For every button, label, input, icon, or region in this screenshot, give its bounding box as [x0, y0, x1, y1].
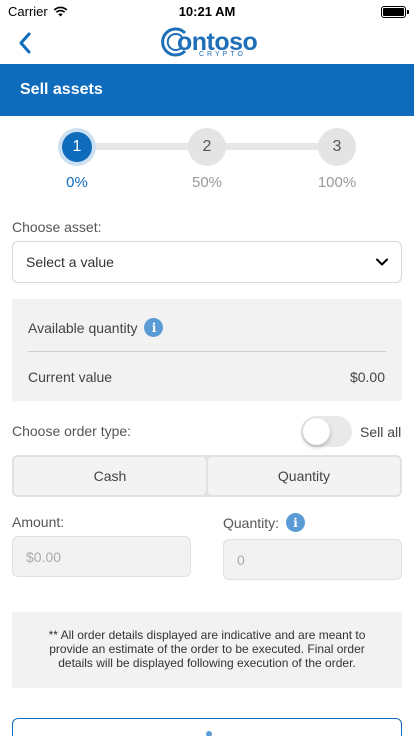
available-quantity-row: Available quantity i	[28, 318, 164, 337]
nav-bar: ontoso CRYPTO	[0, 22, 414, 64]
progress-stepper: 1 0% 2 50% 3 100%	[0, 128, 414, 194]
chevron-left-icon	[19, 32, 31, 54]
chevron-down-icon	[376, 258, 388, 266]
info-icon[interactable]: i	[144, 318, 164, 337]
asset-select[interactable]: Select a value	[12, 241, 402, 283]
amount-input[interactable]: $0.00	[12, 536, 191, 577]
contoso-logo: ontoso CRYPTO	[161, 24, 258, 62]
step-3-number: 3	[332, 138, 342, 155]
button-indicator	[206, 731, 212, 736]
logo-sub-text: CRYPTO	[199, 51, 246, 58]
clock: 10:21 AM	[178, 4, 236, 19]
quantity-label-group: Quantity: i	[223, 513, 306, 532]
step-1: 1 0%	[37, 128, 117, 191]
step-1-circle: 1	[58, 128, 96, 166]
sell-all-label: Sell all	[360, 424, 402, 440]
step-3-circle: 3	[318, 128, 356, 166]
step-2: 2 50%	[167, 128, 247, 191]
page-title: Sell assets	[20, 81, 103, 98]
order-type-segmented-control: Cash Quantity	[12, 455, 402, 497]
available-quantity-label: Available quantity	[28, 319, 138, 336]
disclaimer-text: ** All order details displayed are indic…	[48, 628, 366, 670]
asset-select-value: Select a value	[26, 254, 114, 270]
divider	[28, 351, 386, 352]
amount-label: Amount:	[12, 514, 65, 530]
step-2-circle: 2	[188, 128, 226, 166]
step-3-percent: 100%	[317, 174, 357, 191]
sell-all-toggle[interactable]	[301, 416, 352, 447]
toggle-knob	[303, 418, 330, 445]
order-type-quantity[interactable]: Quantity	[208, 457, 400, 495]
quantity-label: Quantity:	[223, 514, 280, 531]
step-1-percent: 0%	[66, 174, 88, 191]
quantity-input[interactable]: 0	[223, 539, 402, 580]
step-3: 3 100%	[297, 128, 377, 191]
order-type-label: Choose order type:	[12, 423, 132, 439]
page-header: Sell assets	[0, 64, 414, 116]
back-button[interactable]	[12, 28, 38, 58]
order-type-cash[interactable]: Cash	[14, 457, 206, 495]
step-2-percent: 50%	[191, 174, 223, 191]
quantity-info-icon[interactable]: i	[286, 513, 306, 532]
disclaimer-box: ** All order details displayed are indic…	[12, 612, 402, 688]
current-value-amount: $0.00	[349, 369, 385, 385]
choose-asset-label: Choose asset:	[12, 219, 102, 235]
step-1-number: 1	[62, 132, 92, 162]
step-2-number: 2	[202, 138, 212, 155]
status-bar: Carrier 10:21 AM	[0, 0, 414, 22]
asset-info-card: Available quantity i Current value $0.00	[12, 299, 402, 401]
current-value-label: Current value	[28, 369, 113, 385]
submit-button[interactable]	[12, 718, 402, 736]
battery-icon	[381, 6, 409, 18]
